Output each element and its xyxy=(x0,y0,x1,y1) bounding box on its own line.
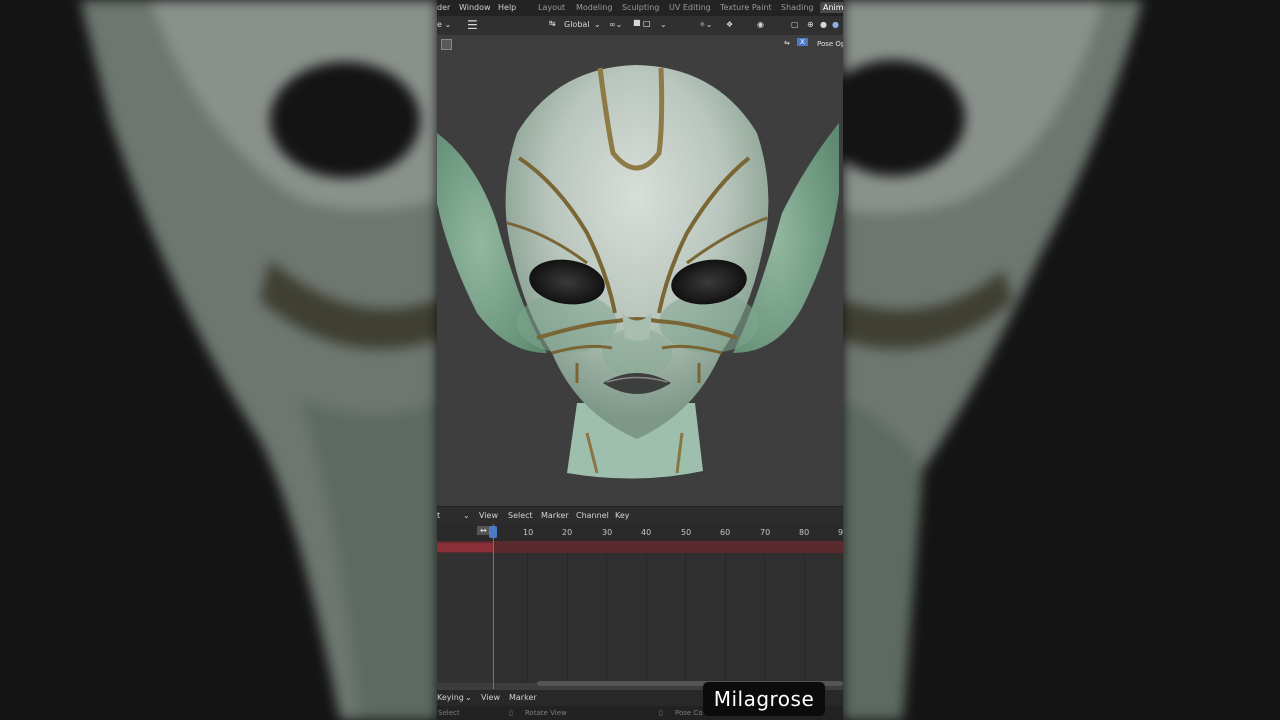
overlay-icon[interactable]: ◉ xyxy=(757,20,764,29)
ruler-tick: 60 xyxy=(720,528,731,537)
channel-gutter xyxy=(437,553,493,683)
tab-texture-paint[interactable]: Texture Paint xyxy=(720,3,772,12)
grid-line xyxy=(606,553,607,683)
playhead-line[interactable] xyxy=(493,524,494,689)
wireframe-shading-icon[interactable]: ⊕ xyxy=(807,20,814,29)
tab-shading[interactable]: Shading xyxy=(781,3,814,12)
x-axis-toggle[interactable]: X xyxy=(797,38,808,46)
ruler-tick: 10 xyxy=(523,528,534,537)
status-pose-context: Pose Co xyxy=(675,709,703,717)
ruler-tick: 40 xyxy=(641,528,652,537)
ruler-tick: 9 xyxy=(838,528,843,537)
orientation-gizmo-icon[interactable]: ↹ xyxy=(549,19,556,28)
viewport-header: e ⌄ ☰ ↹ Global ⌄ ∞⌄ ■ □ ⌄ ✧⌄ ❖ ◉ ▢ ⊕ ● ● xyxy=(437,16,843,35)
frame-ruler[interactable]: ↔ 10 20 30 40 50 60 70 80 9 xyxy=(437,524,843,541)
preview-range-bar xyxy=(437,541,843,553)
ruler-tick: 50 xyxy=(681,528,692,537)
grid-line xyxy=(527,553,528,683)
ruler-tick: 80 xyxy=(799,528,810,537)
mode-dropdown-chevron-icon[interactable]: e ⌄ xyxy=(437,20,451,29)
3d-viewport[interactable] xyxy=(437,53,843,504)
status-rotate-view: Rotate View xyxy=(525,709,567,717)
xray-icon[interactable]: ▢ xyxy=(791,20,799,29)
ruler-tick: 20 xyxy=(562,528,573,537)
chevron-down-icon[interactable]: ⌄ xyxy=(594,20,601,29)
menu-help[interactable]: Help xyxy=(498,3,516,12)
material-shading-icon[interactable]: ● xyxy=(832,20,839,29)
preview-range-start xyxy=(437,543,493,552)
watermark-label: Milagrose xyxy=(703,682,825,716)
grid-line xyxy=(725,553,726,683)
select-box-icon[interactable] xyxy=(441,39,452,50)
timeline-menu-select[interactable]: Select xyxy=(508,511,533,520)
blender-window: der Window Help Layout Modeling Sculptin… xyxy=(437,0,843,720)
timeline-menu-marker[interactable]: Marker xyxy=(541,511,569,520)
menu-view[interactable]: View xyxy=(481,693,500,702)
blurred-background-left xyxy=(0,0,437,720)
mouse-icon: ▯ xyxy=(509,709,513,717)
ruler-tick: 30 xyxy=(602,528,613,537)
playhead-handle[interactable] xyxy=(489,526,497,538)
viewport-subheader: ⇋ X Pose Op xyxy=(437,35,843,53)
top-menu-bar: der Window Help Layout Modeling Sculptin… xyxy=(437,0,843,16)
tab-animation[interactable]: Anim xyxy=(820,2,843,13)
menu-render[interactable]: der xyxy=(437,3,450,12)
grid-line xyxy=(764,553,765,683)
blurred-background-right xyxy=(843,0,1280,720)
tab-sculpting[interactable]: Sculpting xyxy=(622,3,659,12)
timeline-menu-view[interactable]: View xyxy=(479,511,498,520)
visibility-icon[interactable]: ✧⌄ xyxy=(699,20,712,29)
tab-modeling[interactable]: Modeling xyxy=(576,3,612,12)
transform-orientation-dropdown[interactable]: Global xyxy=(564,20,590,29)
menu-marker[interactable]: Marker xyxy=(509,693,537,702)
tab-layout[interactable]: Layout xyxy=(538,3,565,12)
pose-options-dropdown[interactable]: Pose Op xyxy=(817,40,843,48)
tab-uv-editing[interactable]: UV Editing xyxy=(669,3,711,12)
chevron-down-icon[interactable]: ⌄ xyxy=(660,20,667,29)
mouse-icon: ▯ xyxy=(659,709,663,717)
timeline-menu-channel[interactable]: Channel xyxy=(576,511,609,520)
gizmo-toggle-icon[interactable]: ❖ xyxy=(726,20,733,29)
grid-line xyxy=(804,553,805,683)
timeline-menu-key[interactable]: Key xyxy=(615,511,630,520)
grid-line xyxy=(685,553,686,683)
solid-shading-icon[interactable]: ● xyxy=(820,20,827,29)
grid-line xyxy=(567,553,568,683)
ruler-tick: 70 xyxy=(760,528,771,537)
keyframe-tracks[interactable] xyxy=(437,553,843,683)
timeline-header: t ⌄ View Select Marker Channel Key xyxy=(437,506,843,525)
snap-icon[interactable]: ■ xyxy=(633,18,641,27)
swap-arrows-icon[interactable]: ↔ xyxy=(477,526,490,535)
menu-keying[interactable]: Keying xyxy=(437,693,464,702)
menu-window[interactable]: Window xyxy=(459,3,491,12)
status-select: Select xyxy=(438,709,460,717)
mirror-axis-icon: ⇋ xyxy=(784,39,790,47)
alien-mask-model xyxy=(437,65,839,479)
chevron-down-icon[interactable]: ⌄ xyxy=(465,693,472,702)
proportional-edit-icon[interactable]: □ xyxy=(643,19,651,28)
grid-line xyxy=(646,553,647,683)
pivot-point-icon[interactable]: ∞⌄ xyxy=(609,20,622,29)
editor-type-dropdown[interactable]: t ⌄ xyxy=(437,511,470,520)
hamburger-menu-icon[interactable]: ☰ xyxy=(467,18,478,32)
